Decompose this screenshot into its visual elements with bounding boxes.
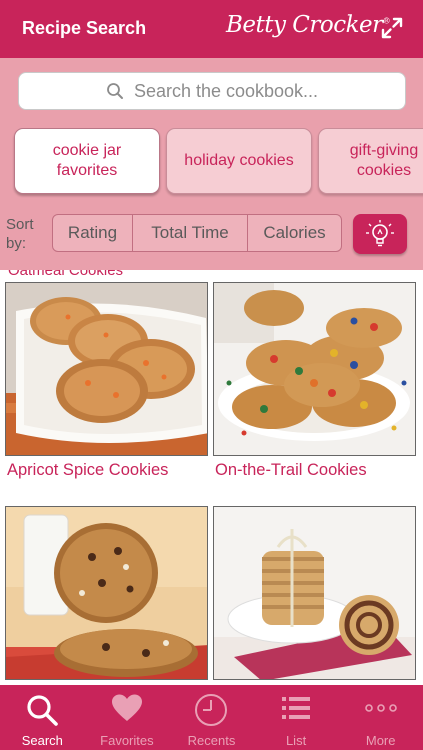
page-title: Recipe Search (22, 18, 147, 38)
chip-cookie-jar-favorites[interactable]: cookie jar favorites (14, 128, 160, 194)
recipe-title-apricot-spice[interactable]: Apricot Spice Cookies (7, 461, 168, 480)
pinwheel-cookies-image (214, 507, 415, 679)
search-placeholder: Search the cookbook... (133, 80, 319, 101)
recipe-photo-on-the-trail[interactable] (213, 282, 416, 456)
sort-rating-button[interactable]: Rating (53, 215, 133, 251)
sort-label: Sort by: (6, 216, 34, 252)
lightbulb-icon (366, 220, 394, 247)
clock-icon (195, 694, 228, 726)
recipe-title-on-the-trail[interactable]: On-the-Trail Cookies (215, 461, 367, 480)
tab-favorites[interactable]: Favorites (85, 685, 170, 750)
recipe-photo-chocolate-chip[interactable] (5, 506, 208, 680)
tab-label: More (365, 733, 396, 748)
recipe-photo-pinwheel[interactable] (213, 506, 416, 680)
apricot-spice-cookies-image (6, 283, 207, 455)
expand-icon[interactable] (381, 17, 403, 39)
chocolate-chip-cookies-image (6, 507, 207, 679)
search-icon (107, 83, 123, 99)
heart-icon (111, 694, 142, 721)
category-chips: cookie jar favorites holiday cookies gif… (0, 128, 423, 198)
recipe-photo-apricot-spice[interactable] (5, 282, 208, 456)
tab-bar: Search Favorites Recents List More (0, 685, 423, 750)
app-header: Recipe Search Betty Crocker® (0, 0, 423, 58)
results-grid: Oatmeal Cookies Apricot Spice Cookies On… (0, 270, 423, 685)
idea-button[interactable] (353, 214, 407, 254)
on-the-trail-cookies-image (214, 283, 415, 455)
chip-gift-giving-cookies[interactable]: gift-giving cookies (318, 128, 423, 194)
search-icon (27, 695, 59, 726)
brand-logo: Betty Crocker® (226, 12, 391, 38)
tab-more[interactable]: More (338, 685, 423, 750)
tab-list[interactable]: List (254, 685, 339, 750)
tab-label: Recents (187, 733, 236, 748)
partial-recipe-title[interactable]: Oatmeal Cookies (8, 270, 123, 279)
sort-segmented-control: Rating Total Time Calories (52, 214, 342, 252)
search-input[interactable]: Search the cookbook... (18, 72, 406, 110)
tab-label: List (285, 733, 307, 748)
tab-label: Favorites (100, 733, 154, 748)
sort-calories-button[interactable]: Calories (248, 215, 341, 251)
brand-name: Betty Crocker (226, 12, 383, 38)
tab-recents[interactable]: Recents (169, 685, 254, 750)
chip-holiday-cookies[interactable]: holiday cookies (166, 128, 312, 194)
filter-panel: Search the cookbook... cookie jar favori… (0, 58, 423, 270)
list-icon (282, 697, 311, 719)
sort-total-time-button[interactable]: Total Time (133, 215, 248, 251)
tab-search[interactable]: Search (0, 685, 85, 750)
more-icon (364, 704, 397, 712)
tab-label: Search (21, 733, 63, 748)
